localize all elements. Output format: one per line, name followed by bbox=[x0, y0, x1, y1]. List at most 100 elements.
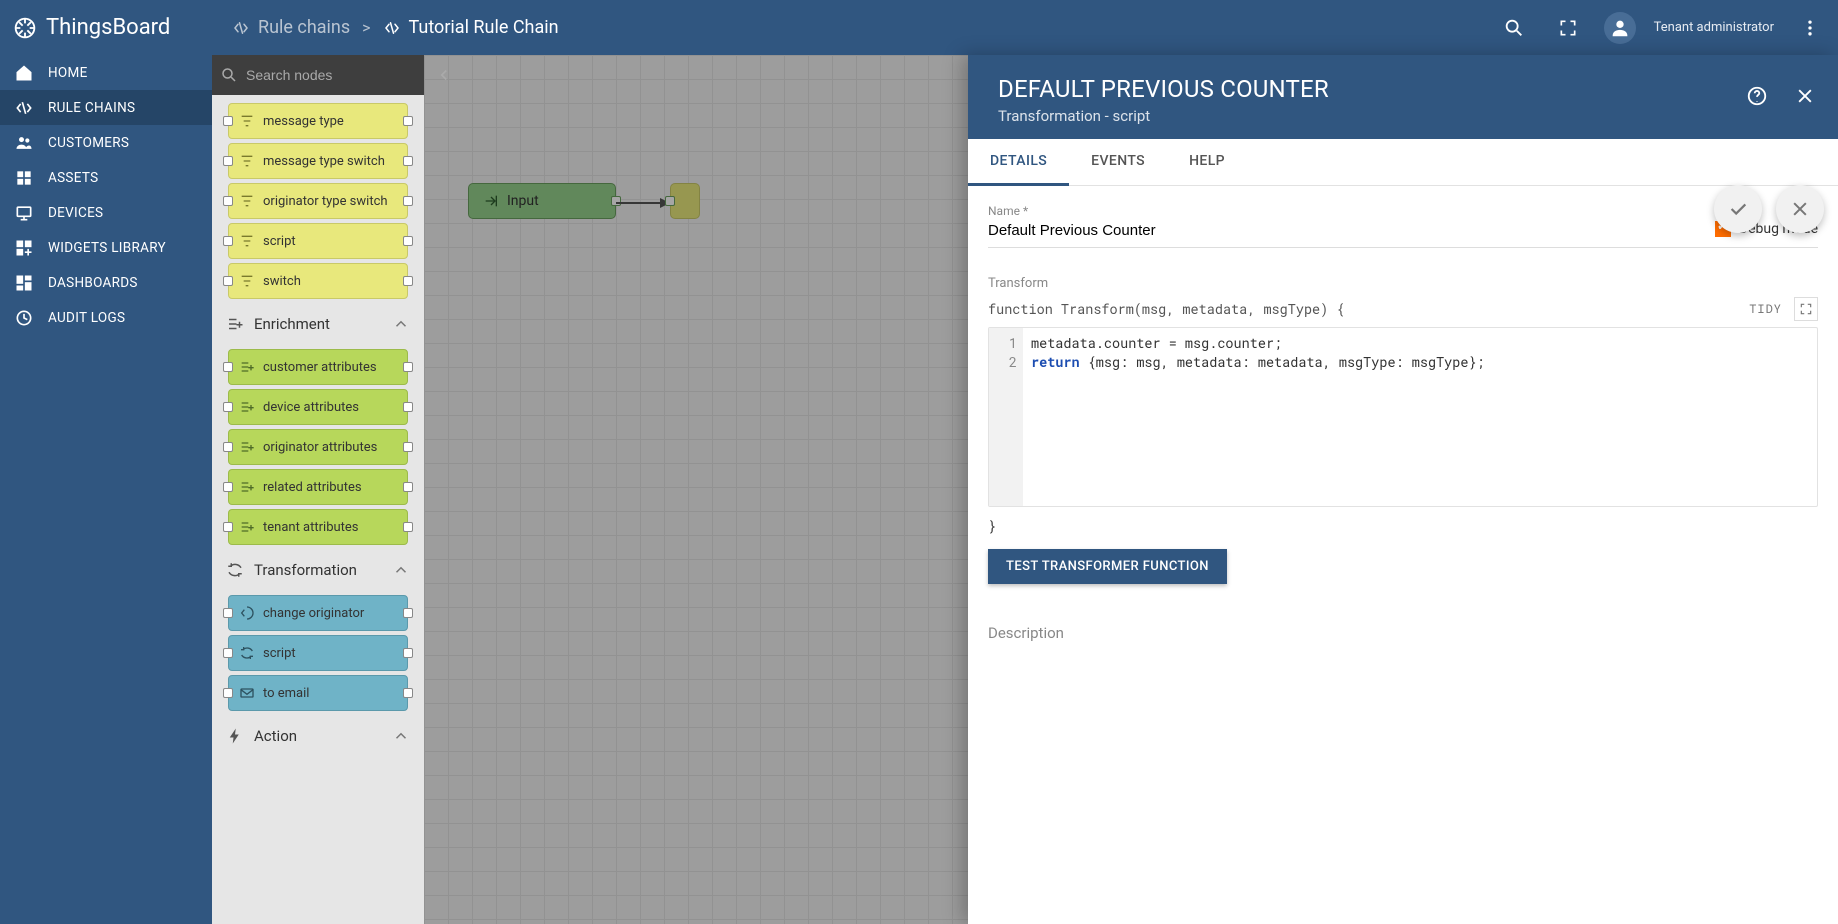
tab-details[interactable]: DETAILS bbox=[968, 139, 1069, 186]
expand-editor-icon[interactable] bbox=[1794, 297, 1818, 321]
node-input-port[interactable] bbox=[223, 442, 233, 452]
help-icon[interactable] bbox=[1738, 77, 1776, 115]
code-content[interactable]: metadata.counter = msg.counter; return {… bbox=[1023, 328, 1817, 506]
search-icon bbox=[220, 66, 238, 84]
chevron-up-icon bbox=[392, 727, 410, 745]
section-title: Action bbox=[254, 727, 297, 745]
test-transformer-button[interactable]: TEST TRANSFORMER FUNCTION bbox=[988, 549, 1227, 584]
sidebar-item-dashboards[interactable]: DASHBOARDS bbox=[0, 265, 212, 300]
logo[interactable]: ThingsBoard bbox=[0, 13, 212, 43]
node-output-port[interactable] bbox=[403, 402, 413, 412]
node-section-action[interactable]: Action bbox=[218, 715, 418, 757]
node-input-port[interactable] bbox=[223, 196, 233, 206]
sidebar-item-rule-chains[interactable]: RULE CHAINS bbox=[0, 90, 212, 125]
node-type-label: switch bbox=[263, 274, 301, 289]
node-input-port[interactable] bbox=[223, 648, 233, 658]
node-type-message-type[interactable]: message type bbox=[228, 103, 408, 139]
cancel-button[interactable] bbox=[1776, 185, 1824, 233]
close-icon[interactable] bbox=[1786, 77, 1824, 115]
node-type-label: originator type switch bbox=[263, 194, 388, 209]
name-input[interactable] bbox=[988, 218, 1695, 243]
sidebar-item-assets[interactable]: ASSETS bbox=[0, 160, 212, 195]
node-output-port[interactable] bbox=[403, 522, 413, 532]
node-type-originator-attributes[interactable]: originator attributes bbox=[228, 429, 408, 465]
function-signature: function Transform(msg, metadata, msgTyp… bbox=[988, 300, 1344, 318]
node-type-icon bbox=[239, 645, 255, 661]
node-type-icon bbox=[239, 273, 255, 289]
node-type-tenant-attributes[interactable]: tenant attributes bbox=[228, 509, 408, 545]
node-type-related-attributes[interactable]: related attributes bbox=[228, 469, 408, 505]
node-details-panel: DEFAULT PREVIOUS COUNTER Transformation … bbox=[968, 55, 1838, 924]
node-output-port[interactable] bbox=[403, 362, 413, 372]
node-output-port[interactable] bbox=[403, 236, 413, 246]
node-type-label: message type switch bbox=[263, 154, 385, 169]
name-field-label: Name * bbox=[988, 204, 1695, 218]
node-input-port[interactable] bbox=[223, 116, 233, 126]
node-input-port[interactable] bbox=[223, 608, 233, 618]
code-editor[interactable]: 12 metadata.counter = msg.counter; retur… bbox=[988, 327, 1818, 507]
node-output-port[interactable] bbox=[403, 116, 413, 126]
node-output-port[interactable] bbox=[403, 482, 413, 492]
node-output-port[interactable] bbox=[403, 608, 413, 618]
node-section-transformation[interactable]: Transformation bbox=[218, 549, 418, 591]
tab-help[interactable]: HELP bbox=[1167, 139, 1247, 185]
description-field[interactable]: Description bbox=[988, 624, 1818, 642]
breadcrumb-root[interactable]: Rule chains bbox=[232, 17, 350, 38]
node-output-port[interactable] bbox=[403, 156, 413, 166]
sidebar-item-widgets-library[interactable]: WIDGETS LIBRARY bbox=[0, 230, 212, 265]
node-input-port[interactable] bbox=[223, 688, 233, 698]
search-icon[interactable] bbox=[1496, 10, 1532, 46]
app-name: ThingsBoard bbox=[46, 15, 170, 40]
node-type-script[interactable]: script bbox=[228, 223, 408, 259]
node-output-port[interactable] bbox=[403, 648, 413, 658]
node-search-input[interactable] bbox=[246, 67, 427, 83]
node-input-port[interactable] bbox=[223, 362, 233, 372]
node-type-label: message type bbox=[263, 114, 344, 129]
node-type-script[interactable]: script bbox=[228, 635, 408, 671]
node-type-label: to email bbox=[263, 686, 309, 701]
node-input-port[interactable] bbox=[223, 402, 233, 412]
node-input-port[interactable] bbox=[223, 276, 233, 286]
tab-events[interactable]: EVENTS bbox=[1069, 139, 1167, 185]
details-fab-row bbox=[1714, 185, 1824, 233]
node-section-enrichment[interactable]: Enrichment bbox=[218, 303, 418, 345]
node-output-port[interactable] bbox=[403, 276, 413, 286]
node-type-icon bbox=[239, 359, 255, 375]
node-type-icon bbox=[239, 233, 255, 249]
node-type-icon bbox=[239, 113, 255, 129]
node-type-icon bbox=[239, 605, 255, 621]
node-type-message-type-switch[interactable]: message type switch bbox=[228, 143, 408, 179]
node-type-icon bbox=[239, 479, 255, 495]
widgets-icon bbox=[14, 238, 34, 258]
node-input-port[interactable] bbox=[223, 156, 233, 166]
user-role-label: Tenant administrator bbox=[1654, 20, 1774, 35]
sidebar-item-devices[interactable]: DEVICES bbox=[0, 195, 212, 230]
tidy-button[interactable]: TIDY bbox=[1743, 297, 1788, 321]
node-library-list[interactable]: message type message type switch originato… bbox=[212, 95, 424, 924]
node-input-port[interactable] bbox=[223, 522, 233, 532]
node-output-port[interactable] bbox=[403, 688, 413, 698]
avatar[interactable] bbox=[1604, 12, 1636, 44]
rulechain-icon bbox=[14, 98, 34, 118]
node-output-port[interactable] bbox=[403, 442, 413, 452]
assets-icon bbox=[14, 168, 34, 188]
sidebar-item-customers[interactable]: CUSTOMERS bbox=[0, 125, 212, 160]
apply-button[interactable] bbox=[1714, 185, 1762, 233]
node-type-to-email[interactable]: to email bbox=[228, 675, 408, 711]
node-input-port[interactable] bbox=[223, 482, 233, 492]
node-search-bar bbox=[212, 55, 424, 95]
node-input-port[interactable] bbox=[223, 236, 233, 246]
node-type-switch[interactable]: switch bbox=[228, 263, 408, 299]
sidebar-item-home[interactable]: HOME bbox=[0, 55, 212, 90]
node-type-label: originator attributes bbox=[263, 440, 377, 455]
collapse-panel-icon[interactable] bbox=[435, 66, 453, 84]
node-type-originator-type-switch[interactable]: originator type switch bbox=[228, 183, 408, 219]
sidebar-item-label: AUDIT LOGS bbox=[48, 310, 125, 326]
node-type-customer-attributes[interactable]: customer attributes bbox=[228, 349, 408, 385]
node-output-port[interactable] bbox=[403, 196, 413, 206]
sidebar-item-audit-logs[interactable]: AUDIT LOGS bbox=[0, 300, 212, 335]
node-type-device-attributes[interactable]: device attributes bbox=[228, 389, 408, 425]
fullscreen-icon[interactable] bbox=[1550, 10, 1586, 46]
more-icon[interactable] bbox=[1792, 10, 1828, 46]
node-type-change-originator[interactable]: change originator bbox=[228, 595, 408, 631]
